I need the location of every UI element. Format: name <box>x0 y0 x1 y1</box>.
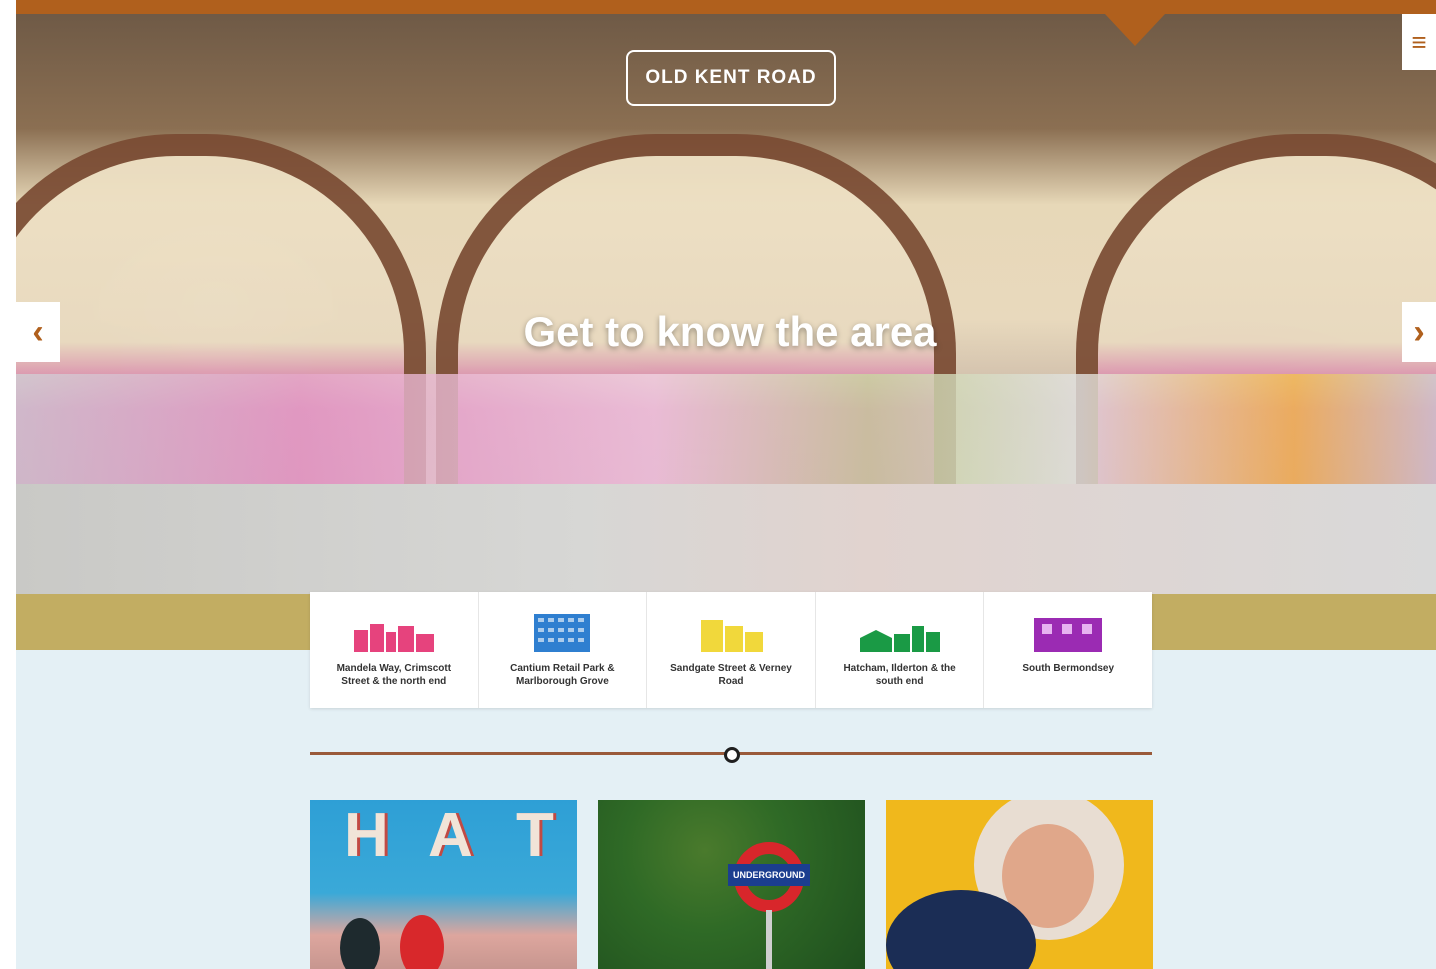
logo-text: OLD KENT ROAD <box>645 67 817 88</box>
underground-sign: UNDERGROUND <box>728 864 810 886</box>
sign-letter: H <box>344 801 389 870</box>
hero-title: Get to know the area <box>523 308 937 355</box>
carousel-prev-button[interactable]: ‹ <box>16 302 60 362</box>
carousel-next-button[interactable]: › <box>1402 302 1436 362</box>
area-selector: Mandela Way, Crimscott Street & the nort… <box>310 592 1152 708</box>
chevron-left-icon: ‹ <box>32 312 44 351</box>
sign-letter: A <box>428 801 473 870</box>
area-skyline-icon <box>1028 608 1108 652</box>
site-logo[interactable]: OLD KENT ROAD <box>626 50 836 106</box>
area-card-cantium[interactable]: Cantium Retail Park & Marlborough Grove <box>479 592 648 708</box>
area-skyline-icon <box>522 608 602 652</box>
graffiti-band <box>16 374 1436 484</box>
person-figure <box>400 915 444 969</box>
story-card[interactable]: H A T <box>310 800 577 969</box>
area-skyline-icon <box>353 608 434 652</box>
sign-pole <box>766 910 772 969</box>
lower-wall <box>16 484 1436 594</box>
person-figure <box>340 918 380 969</box>
area-label: Cantium Retail Park & Marlborough Grove <box>510 663 615 687</box>
sign-letter: T <box>516 801 554 870</box>
divider-dot <box>724 747 740 763</box>
area-label: Hatcham, Ilderton & the south end <box>843 663 956 687</box>
hamburger-menu-icon: ≡ <box>1411 26 1427 57</box>
area-label: Sandgate Street & Verney Road <box>670 663 792 687</box>
area-card-north-end[interactable]: Mandela Way, Crimscott Street & the nort… <box>310 592 479 708</box>
story-card[interactable] <box>886 800 1153 969</box>
area-skyline-icon <box>691 608 771 652</box>
top-accent-bar <box>16 0 1436 14</box>
area-label: Mandela Way, Crimscott Street & the nort… <box>336 663 452 687</box>
area-card-sandgate[interactable]: Sandgate Street & Verney Road <box>647 592 816 708</box>
area-card-south-bermondsey[interactable]: South Bermondsey <box>984 592 1152 708</box>
area-label: South Bermondsey <box>1022 663 1115 674</box>
menu-button[interactable]: ≡ <box>1402 14 1436 70</box>
header-notch <box>1105 14 1165 46</box>
chevron-right-icon: › <box>1413 312 1425 351</box>
area-skyline-icon <box>859 608 940 652</box>
area-card-south-end[interactable]: Hatcham, Ilderton & the south end <box>816 592 985 708</box>
